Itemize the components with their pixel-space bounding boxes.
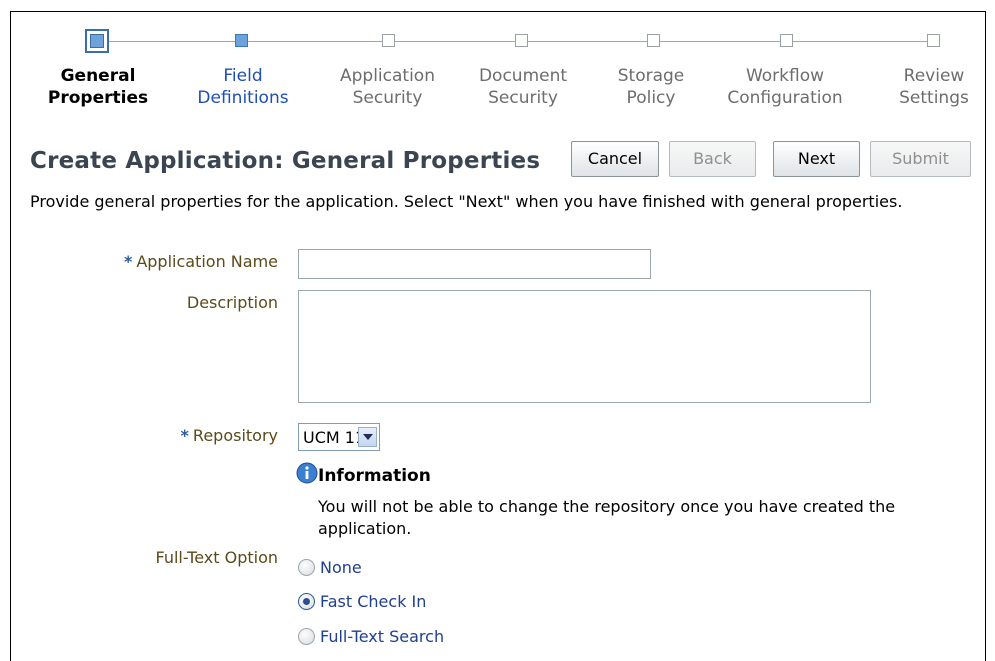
train-stop-application-security (382, 34, 395, 47)
train-connector (660, 41, 780, 42)
train-connector (247, 41, 382, 42)
train-stop-workflow-configuration (780, 34, 793, 47)
cancel-button[interactable]: Cancel (571, 141, 659, 177)
train-connector (528, 41, 648, 42)
train-label-general-properties: General Properties (47, 66, 149, 108)
train-stop-storage-policy (647, 34, 660, 47)
train-connector (395, 41, 515, 42)
back-button[interactable]: Back (669, 141, 756, 177)
train-label-document-security: Document Security (478, 66, 568, 108)
info-text: You will not be able to change the repos… (318, 497, 896, 538)
page-title: Create Application: General Properties (30, 148, 541, 174)
train-stop-general-properties (85, 29, 109, 53)
train-stop-field-definitions[interactable] (235, 34, 248, 47)
description-textarea[interactable] (298, 290, 871, 403)
train-connector (793, 41, 928, 42)
train-label-field-definitions[interactable]: Field Definitions (183, 65, 303, 109)
application-name-input[interactable] (298, 249, 651, 279)
radio-button[interactable] (298, 593, 315, 610)
next-button[interactable]: Next (773, 141, 860, 177)
train-connector (108, 41, 238, 42)
train-stop-document-security (515, 34, 528, 47)
train-stop-review-settings (927, 34, 940, 47)
train-label-storage-policy: Storage Policy (617, 66, 685, 108)
info-icon (296, 462, 318, 484)
radio-button[interactable] (298, 559, 315, 576)
train-label-workflow-configuration: Workflow Configuration (727, 66, 843, 108)
full-text-option-label: Full-Text Option (155, 548, 278, 567)
intro-text: Provide general properties for the appli… (30, 192, 903, 211)
info-title: Information (318, 466, 431, 486)
train-label-review-settings: Review Settings (899, 66, 969, 108)
train-label-application-security: Application Security (340, 66, 435, 108)
chevron-down-icon[interactable] (358, 427, 377, 447)
required-marker: * (123, 252, 133, 271)
required-marker: * (180, 426, 189, 445)
description-label: Description (186, 293, 278, 312)
repository-select[interactable]: UCM 11g (298, 423, 380, 451)
submit-button[interactable]: Submit (870, 141, 971, 177)
repository-label: * Repository (180, 426, 278, 445)
radio-button[interactable] (298, 628, 315, 645)
application-name-label: * Application Name (123, 252, 278, 271)
